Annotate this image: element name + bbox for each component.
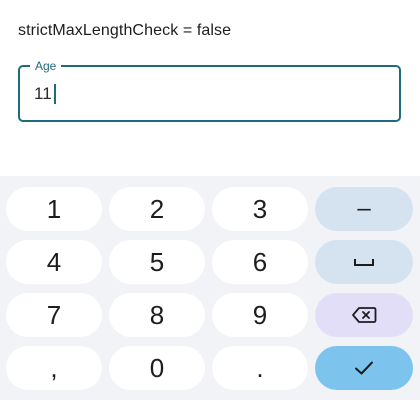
key-6[interactable]: 6	[212, 240, 308, 284]
key-1[interactable]: 1	[6, 187, 102, 231]
key-9-label: 9	[252, 299, 268, 330]
key-8-label: 8	[149, 299, 165, 330]
backspace-icon	[351, 306, 377, 324]
age-input[interactable]: 11	[34, 84, 56, 104]
done-key[interactable]	[315, 346, 413, 390]
period-key[interactable]: .	[212, 346, 308, 390]
comma-key-label: ,	[50, 352, 58, 383]
period-key-label: .	[256, 352, 264, 383]
key-8[interactable]: 8	[109, 293, 205, 337]
checkmark-icon	[354, 360, 374, 376]
age-text-field[interactable]: Age 11	[18, 58, 401, 122]
key-2-label: 2	[149, 193, 165, 224]
key-4-label: 4	[46, 246, 62, 277]
comma-key[interactable]: ,	[6, 346, 102, 390]
key-3-label: 3	[252, 193, 268, 224]
key-7-label: 7	[46, 299, 62, 330]
minus-key[interactable]: –	[315, 187, 413, 231]
key-4[interactable]: 4	[6, 240, 102, 284]
key-3[interactable]: 3	[212, 187, 308, 231]
key-0[interactable]: 0	[109, 346, 205, 390]
key-7[interactable]: 7	[6, 293, 102, 337]
age-input-value: 11	[34, 84, 52, 103]
key-0-label: 0	[149, 352, 165, 383]
key-2[interactable]: 2	[109, 187, 205, 231]
space-icon	[353, 256, 375, 268]
numeric-keyboard: 1 2 3 – 4 5 6 7 8 9 , 0 .	[0, 176, 420, 400]
text-cursor	[53, 84, 56, 104]
key-5-label: 5	[149, 246, 165, 277]
key-5[interactable]: 5	[109, 240, 205, 284]
space-key[interactable]	[315, 240, 413, 284]
strict-max-length-caption: strictMaxLengthCheck = false	[18, 22, 232, 39]
key-9[interactable]: 9	[212, 293, 308, 337]
key-1-label: 1	[46, 193, 62, 224]
minus-key-label: –	[357, 195, 371, 222]
key-6-label: 6	[252, 246, 268, 277]
age-field-label: Age	[30, 58, 62, 74]
backspace-key[interactable]	[315, 293, 413, 337]
